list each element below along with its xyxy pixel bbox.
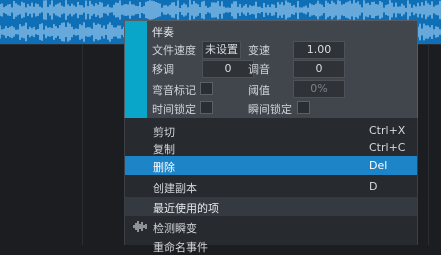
speed-field[interactable]: 1.00 [293,41,345,59]
waveform-icon [133,221,147,235]
file-tempo-label: 文件速度 [152,44,196,57]
bend-markers-checkbox[interactable] [200,82,213,95]
menu-item-label: 删除 [153,161,175,174]
grid-line [82,44,83,245]
menu-item-shortcut: Del [369,159,388,172]
tune-label: 调音 [248,63,270,76]
speed-label: 变速 [248,44,270,57]
tune-field[interactable]: 0 [293,60,345,78]
context-menu: 剪切 Ctrl+X 复制 Ctrl+C 删除 Del 创建副本 D 最近使用的项 [124,118,418,254]
menu-item-label: 重命名事件 [153,241,208,254]
file-tempo-field[interactable]: 未设置 [202,41,241,59]
menu-item-label: 创建副本 [153,182,197,195]
menu-item-label: 检测瞬变 [153,222,197,235]
menu-item-detect-transients[interactable]: 检测瞬变 [125,217,417,236]
recent-items-section: 最近使用的项 [125,197,417,216]
event-color-accent [125,21,147,119]
menu-item-copy[interactable]: 复制 Ctrl+C [125,138,417,157]
event-inspector-panel: 伴奏 文件速度 未设置 变速 1.00 移调 0 调音 0 弯音标记 阈值 0%… [124,20,418,120]
time-lock-checkbox[interactable] [200,101,213,114]
threshold-label: 阈值 [248,84,270,97]
bend-markers-label: 弯音标记 [152,84,196,97]
menu-item-rename-event[interactable]: 重命名事件 [125,236,417,255]
grid-line [428,44,429,245]
menu-item-shortcut: Ctrl+C [369,141,406,154]
menu-item-label: 复制 [153,143,175,156]
threshold-field[interactable]: 0% [293,80,345,98]
transient-lock-label: 瞬间锁定 [248,103,292,116]
time-lock-label: 时间锁定 [152,103,196,116]
transient-lock-checkbox[interactable] [297,101,310,114]
event-title: 伴奏 [152,26,174,39]
transpose-field[interactable]: 0 [202,60,254,78]
menu-item-shortcut: Ctrl+X [369,124,406,137]
menu-item-shortcut: D [369,180,378,193]
section-title: 最近使用的项 [153,202,219,215]
menu-item-duplicate[interactable]: 创建副本 D [125,177,417,196]
menu-item-delete[interactable]: 删除 Del [125,156,417,175]
transpose-label: 移调 [152,63,174,76]
